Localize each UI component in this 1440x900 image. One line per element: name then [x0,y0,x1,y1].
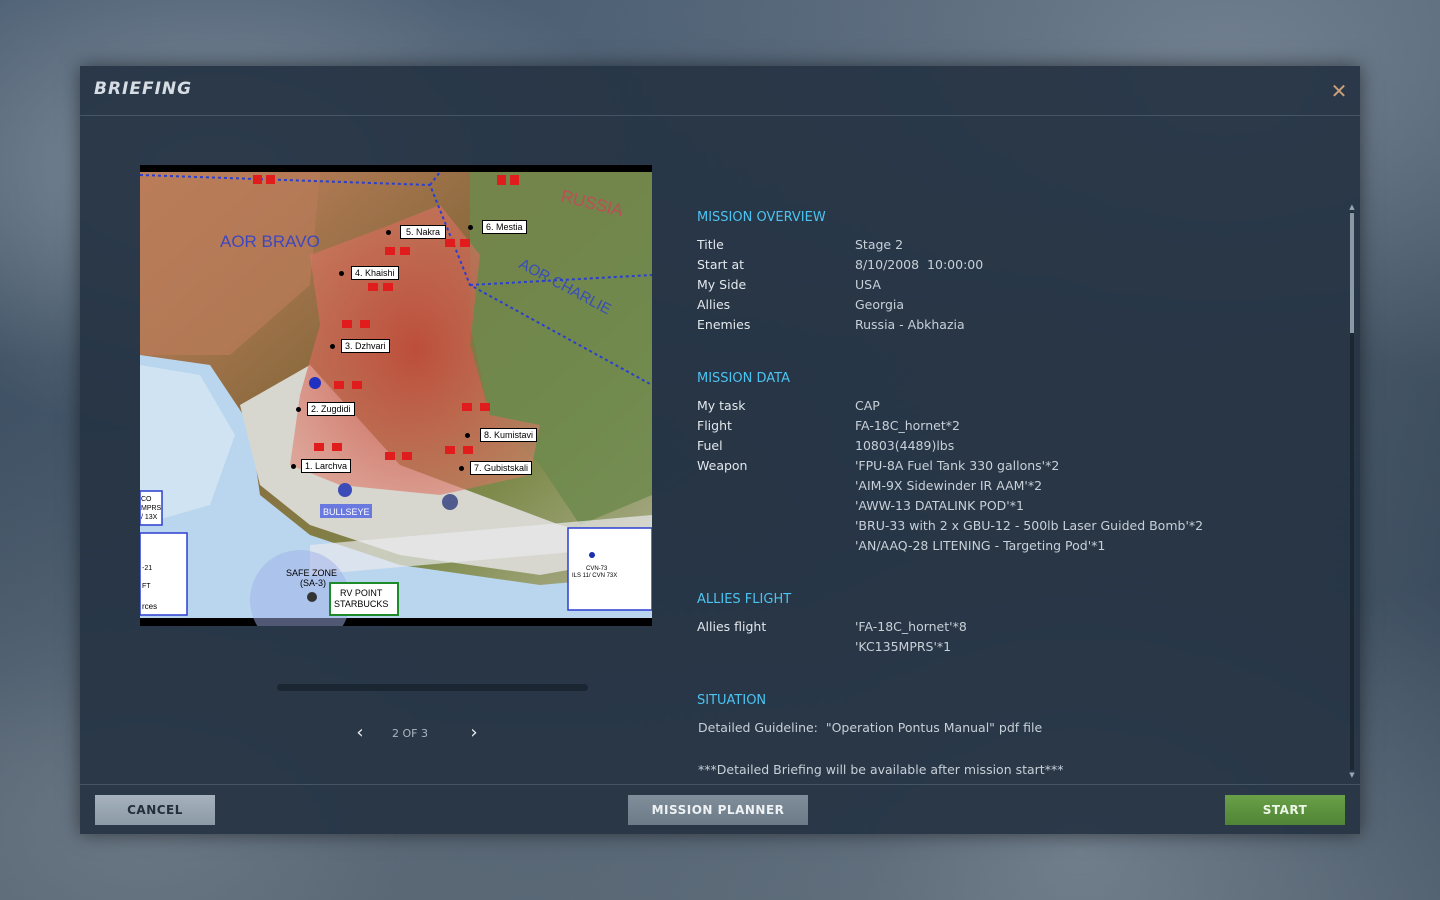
dialog-header: BRIEFING ✕ [80,66,1360,116]
mission-data-value: 'AIM-9X Sidewinder IR AAM'*2 [855,478,1043,493]
image-pager: ‹ 2 OF 3 › [350,722,490,744]
mission-data-value: CAP [855,398,880,413]
waypoint-6: 6. Mestia [468,220,527,234]
mission-data-value: 'AN/AAQ-28 LITENING - Targeting Pod'*1 [855,538,1106,553]
overview-row: Start at 8/10/2008 10:00:00 [697,257,1337,277]
mission-data-value: 'BRU-33 with 2 x GBU-12 - 500lb Laser Gu… [855,518,1204,533]
mission-planner-button[interactable]: MISSION PLANNER [628,795,808,825]
page-count: 2 OF 3 [392,727,428,740]
waypoint-label: 6. Mestia [482,220,527,234]
waypoint-label: 5. Nakra [400,225,447,239]
waypoint-label: 7. Gubistskali [470,461,533,475]
waypoint-8: 8. Kumistavi [465,428,538,442]
cancel-button[interactable]: CANCEL [95,795,215,825]
overview-key: My Side [697,277,747,292]
content-scrollbar[interactable]: ▲ ▼ [1348,203,1356,779]
scrollbar-thumb[interactable] [1350,213,1354,333]
overview-key: Allies [697,297,731,312]
mission-data-key: Fuel [697,438,723,453]
allies-flight-value: 'FA-18C_hornet'*8 [855,619,967,634]
mission-data-key: Flight [697,418,732,433]
overview-row: Enemies Russia - Abkhazia [697,317,1337,337]
briefing-content: MISSION OVERVIEW Title Stage 2 Start at … [697,201,1337,781]
overview-key: Start at [697,257,745,272]
overview-row: Title Stage 2 [697,237,1337,257]
waypoint-layer: 1. Larchva 2. Zugdidi 3. Dzhvari 4. Khai… [140,165,652,626]
briefing-dialog: BRIEFING ✕ AOR BRAVO AOR CHARLIE RUSSIA … [80,66,1360,834]
allies-flight-row: 'KC135MPRS'*1 [697,639,1337,659]
overview-key: Enemies [697,317,751,332]
mission-data-row: Fuel 10803(4489)lbs [697,438,1337,458]
chevron-left-icon[interactable]: ‹ [352,722,368,743]
mission-data-row: Flight FA-18C_hornet*2 [697,418,1337,438]
allies-flight-row: Allies flight 'FA-18C_hornet'*8 [697,619,1337,639]
mission-data-key: My task [697,398,746,413]
briefing-map-image: AOR BRAVO AOR CHARLIE RUSSIA CO MPRS / 1… [140,165,652,626]
waypoint-7: 7. Gubistskali [459,461,533,475]
overview-value: Stage 2 [855,237,904,252]
waypoint-3: 3. Dzhvari [330,339,390,353]
mission-data-row: 'AWW-13 DATALINK POD'*1 [697,498,1337,518]
mission-data-value: 10803(4489)lbs [855,438,955,453]
mission-data-row: 'AIM-9X Sidewinder IR AAM'*2 [697,478,1337,498]
overview-key: Title [697,237,724,252]
waypoint-5: 5. Nakra [386,225,447,239]
mission-data-row: Weapon 'FPU-8A Fuel Tank 330 gallons'*2 [697,458,1337,478]
image-slider-track[interactable] [277,684,588,691]
overview-value: 8/10/2008 10:00:00 [855,257,984,272]
situation-guideline: Detailed Guideline: "Operation Pontus Ma… [698,720,1043,735]
waypoint-4: 4. Khaishi [339,266,399,280]
section-mission-data: MISSION DATA [697,371,790,386]
mission-data-value: FA-18C_hornet*2 [855,418,960,433]
mission-data-value: 'FPU-8A Fuel Tank 330 gallons'*2 [855,458,1060,473]
overview-row: My Side USA [697,277,1337,297]
waypoint-2: 2. Zugdidi [296,402,355,416]
waypoint-label: 2. Zugdidi [307,402,355,416]
mission-data-value: 'AWW-13 DATALINK POD'*1 [855,498,1024,513]
waypoint-label: 8. Kumistavi [480,428,538,442]
start-button[interactable]: START [1225,795,1345,825]
dialog-title: BRIEFING [94,79,193,99]
waypoint-label: 1. Larchva [301,459,352,473]
overview-value: Georgia [855,297,905,312]
mission-data-key: Weapon [697,458,748,473]
waypoint-label: 3. Dzhvari [341,339,390,353]
section-situation: SITUATION [697,693,767,708]
waypoint-1: 1. Larchva [291,459,352,473]
overview-value: Russia - Abkhazia [855,317,965,332]
overview-value: USA [855,277,881,292]
allies-flight-key: Allies flight [697,619,767,634]
scroll-up-arrow-icon[interactable]: ▲ [1348,203,1356,211]
section-allies-flight: ALLIES FLIGHT [697,592,792,607]
overview-row: Allies Georgia [697,297,1337,317]
chevron-right-icon[interactable]: › [466,722,482,743]
close-icon[interactable]: ✕ [1328,80,1350,102]
dialog-footer: CANCEL MISSION PLANNER START [80,784,1360,835]
mission-data-row: 'BRU-33 with 2 x GBU-12 - 500lb Laser Gu… [697,518,1337,538]
allies-flight-value: 'KC135MPRS'*1 [855,639,952,654]
mission-data-row: 'AN/AAQ-28 LITENING - Targeting Pod'*1 [697,538,1337,558]
situation-note: ***Detailed Briefing will be available a… [698,762,1064,777]
mission-data-row: My task CAP [697,398,1337,418]
waypoint-label: 4. Khaishi [351,266,399,280]
section-mission-overview: MISSION OVERVIEW [697,210,826,225]
scroll-down-arrow-icon[interactable]: ▼ [1348,771,1356,779]
